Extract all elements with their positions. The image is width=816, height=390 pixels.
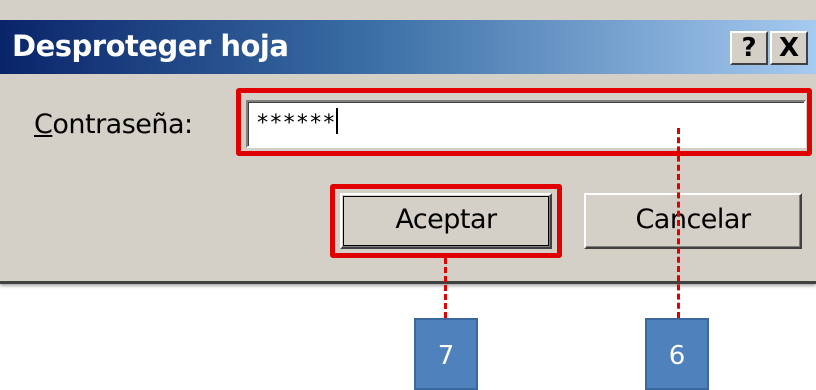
password-label-text: ontraseña: [52, 109, 193, 140]
password-input-highlight [236, 88, 812, 156]
help-button[interactable]: ? [730, 31, 768, 65]
close-icon: X [778, 33, 800, 63]
screenshot-stage: Desproteger hoja ? X Contraseña: ****** … [0, 0, 816, 390]
cancel-button[interactable]: Cancelar [584, 193, 802, 249]
password-label: Contraseña: [34, 107, 193, 143]
close-button[interactable]: X [770, 31, 808, 65]
question-mark-icon: ? [741, 33, 757, 63]
callout-badge-7: 7 [414, 318, 478, 390]
callout-line-accept [444, 258, 447, 318]
callout-line-password [677, 128, 680, 318]
password-label-accelerator: C [34, 109, 53, 140]
callout-badge-6: 6 [645, 318, 709, 390]
accept-button-highlight [330, 184, 562, 258]
title-bar: Desproteger hoja ? X [0, 20, 816, 74]
dialog-title: Desproteger hoja [12, 29, 289, 63]
